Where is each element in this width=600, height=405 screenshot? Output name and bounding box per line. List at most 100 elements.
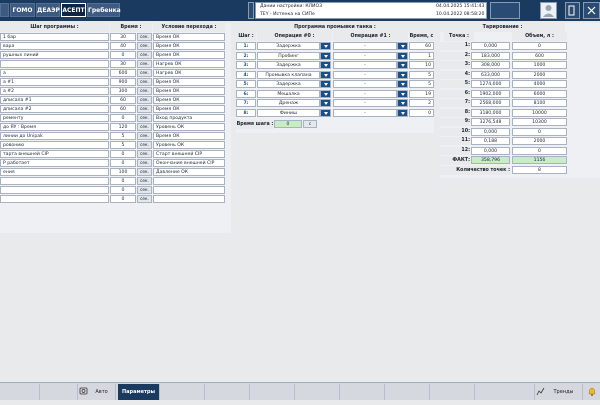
wash-op1-dropdown-icon[interactable] (397, 70, 408, 79)
wash-op1-dropdown-icon[interactable] (397, 61, 408, 69)
wash-op0-select[interactable]: Дренаж (257, 99, 320, 107)
wash-op0-dropdown-icon[interactable] (320, 70, 331, 79)
wash-op0-dropdown-icon[interactable] (320, 80, 331, 88)
tab-cut[interactable] (0, 3, 9, 17)
calib-volume[interactable]: 0 (512, 42, 567, 50)
wash-op0-select[interactable]: Финиш (257, 108, 320, 117)
program-step-time[interactable]: 0 (110, 150, 136, 158)
camera-icon[interactable] (78, 384, 88, 400)
wash-op1-select[interactable]: - (333, 42, 397, 50)
calib-volume[interactable]: 4000 (512, 80, 567, 88)
wash-op0-select[interactable]: Пробинг (257, 51, 320, 60)
auto-button[interactable]: Авто (88, 384, 116, 400)
calib-volume[interactable]: 1000 (512, 61, 567, 69)
program-step-condition[interactable]: Уровень ОК (153, 123, 225, 131)
wash-time[interactable]: 60 (409, 42, 434, 50)
tab-deaer[interactable]: ДЕАЭР (36, 3, 60, 17)
calib-volume[interactable]: 2000 (512, 137, 567, 145)
program-step-condition[interactable] (153, 195, 225, 203)
bottom-slot-10[interactable] (385, 384, 430, 400)
wash-op1-dropdown-icon[interactable] (397, 42, 408, 50)
wash-op0-select[interactable]: Промывка клапана (257, 70, 320, 79)
wash-op1-select[interactable]: - (333, 61, 397, 69)
alarm-bell-icon[interactable] (585, 384, 599, 400)
calib-volume[interactable]: 0 (512, 146, 567, 155)
program-step-condition[interactable]: Нагрев ОК (153, 60, 225, 68)
wash-time[interactable]: 5 (409, 80, 434, 88)
wash-op0-dropdown-icon[interactable] (320, 51, 331, 60)
program-step-condition[interactable]: Время ОК (153, 96, 225, 104)
calib-volume[interactable]: 600 (512, 51, 567, 60)
calib-point[interactable]: 3180,000 (471, 108, 510, 117)
program-step-time[interactable]: 0 (110, 195, 136, 203)
program-step-condition[interactable]: Время ОК (153, 33, 225, 41)
wash-op1-select[interactable]: - (333, 80, 397, 88)
calib-point[interactable]: 633,000 (471, 70, 510, 79)
program-step-time[interactable]: 0 (110, 177, 136, 185)
program-step-condition[interactable]: Время ОК (153, 51, 225, 59)
calib-point[interactable]: 0,000 (471, 146, 510, 155)
calib-point[interactable]: 0,000 (471, 42, 510, 50)
program-step-time[interactable]: 600 (110, 69, 136, 77)
program-step-time[interactable]: 30 (110, 60, 136, 68)
trends-button[interactable]: Тренды (545, 384, 583, 400)
bottom-slot-1[interactable] (0, 384, 40, 400)
calib-point[interactable]: 1274,000 (471, 80, 510, 88)
tab-grebenka[interactable]: Гребенка (87, 3, 121, 17)
program-step-condition[interactable]: Время ОК (153, 105, 225, 113)
calib-volume[interactable]: 6000 (512, 89, 567, 98)
bottom-slot-8[interactable] (295, 384, 340, 400)
wash-time[interactable]: 19 (409, 89, 434, 98)
program-step-time[interactable]: 0 (110, 159, 136, 167)
program-step-time[interactable]: 100 (110, 168, 136, 176)
calib-point[interactable]: 0,000 (471, 127, 510, 136)
wash-op1-dropdown-icon[interactable] (397, 108, 408, 117)
wash-time[interactable]: 0 (409, 108, 434, 117)
bottom-slot-5[interactable] (160, 384, 205, 400)
program-step-time[interactable]: 30 (110, 33, 136, 41)
bottom-slot-2[interactable] (40, 384, 78, 400)
bottom-slot-7[interactable] (250, 384, 295, 400)
wash-op1-select[interactable]: - (333, 51, 397, 60)
wash-time[interactable]: 2 (409, 99, 434, 107)
wash-time[interactable]: 10 (409, 61, 434, 69)
program-step-condition[interactable]: Уровень ОК (153, 141, 225, 149)
calib-point[interactable]: 2568,000 (471, 99, 510, 107)
wash-op0-select[interactable]: Задержка (257, 80, 320, 88)
wash-op0-dropdown-icon[interactable] (320, 89, 331, 98)
wash-op0-dropdown-icon[interactable] (320, 61, 331, 69)
wash-op1-select[interactable]: - (333, 89, 397, 98)
trend-icon[interactable] (535, 384, 545, 400)
program-step-time[interactable]: 5 (110, 141, 136, 149)
calib-point[interactable]: 183,000 (471, 51, 510, 60)
program-step-condition[interactable]: Старт внешней CIP (153, 150, 225, 158)
program-step-time[interactable]: 0 (110, 114, 136, 122)
calib-volume[interactable]: 0 (512, 127, 567, 136)
wash-op0-select[interactable]: Задержка (257, 42, 320, 50)
status-button[interactable] (490, 2, 520, 19)
bottom-slot-11[interactable] (430, 384, 475, 400)
program-step-time[interactable]: 40 (110, 42, 136, 50)
program-step-time[interactable]: 0 (110, 51, 136, 59)
program-step-time[interactable]: 60 (110, 96, 136, 104)
program-step-condition[interactable]: Давление ОК (153, 168, 225, 176)
wash-op1-dropdown-icon[interactable] (397, 80, 408, 88)
bottom-slot-6[interactable] (205, 384, 250, 400)
calib-point[interactable]: 3276,548 (471, 118, 510, 126)
program-step-condition[interactable]: Время ОК (153, 132, 225, 140)
program-step-time[interactable]: 120 (110, 123, 136, 131)
bottom-slot-9[interactable] (340, 384, 385, 400)
wash-op1-select[interactable]: - (333, 70, 397, 79)
program-step-condition[interactable]: Окончание внешней CIP (153, 159, 225, 167)
wash-op1-dropdown-icon[interactable] (397, 89, 408, 98)
bottom-slot-12[interactable] (475, 384, 535, 400)
wash-op1-select[interactable]: - (333, 108, 397, 117)
calib-point[interactable]: 1902,000 (471, 89, 510, 98)
program-step-condition[interactable] (153, 186, 225, 194)
calib-point[interactable]: 0,188 (471, 137, 510, 145)
wash-op0-dropdown-icon[interactable] (320, 42, 331, 50)
wash-time[interactable]: 1 (409, 51, 434, 60)
program-step-condition[interactable]: Время ОК (153, 87, 225, 95)
wash-op1-dropdown-icon[interactable] (397, 51, 408, 60)
program-step-condition[interactable]: Время ОК (153, 42, 225, 50)
